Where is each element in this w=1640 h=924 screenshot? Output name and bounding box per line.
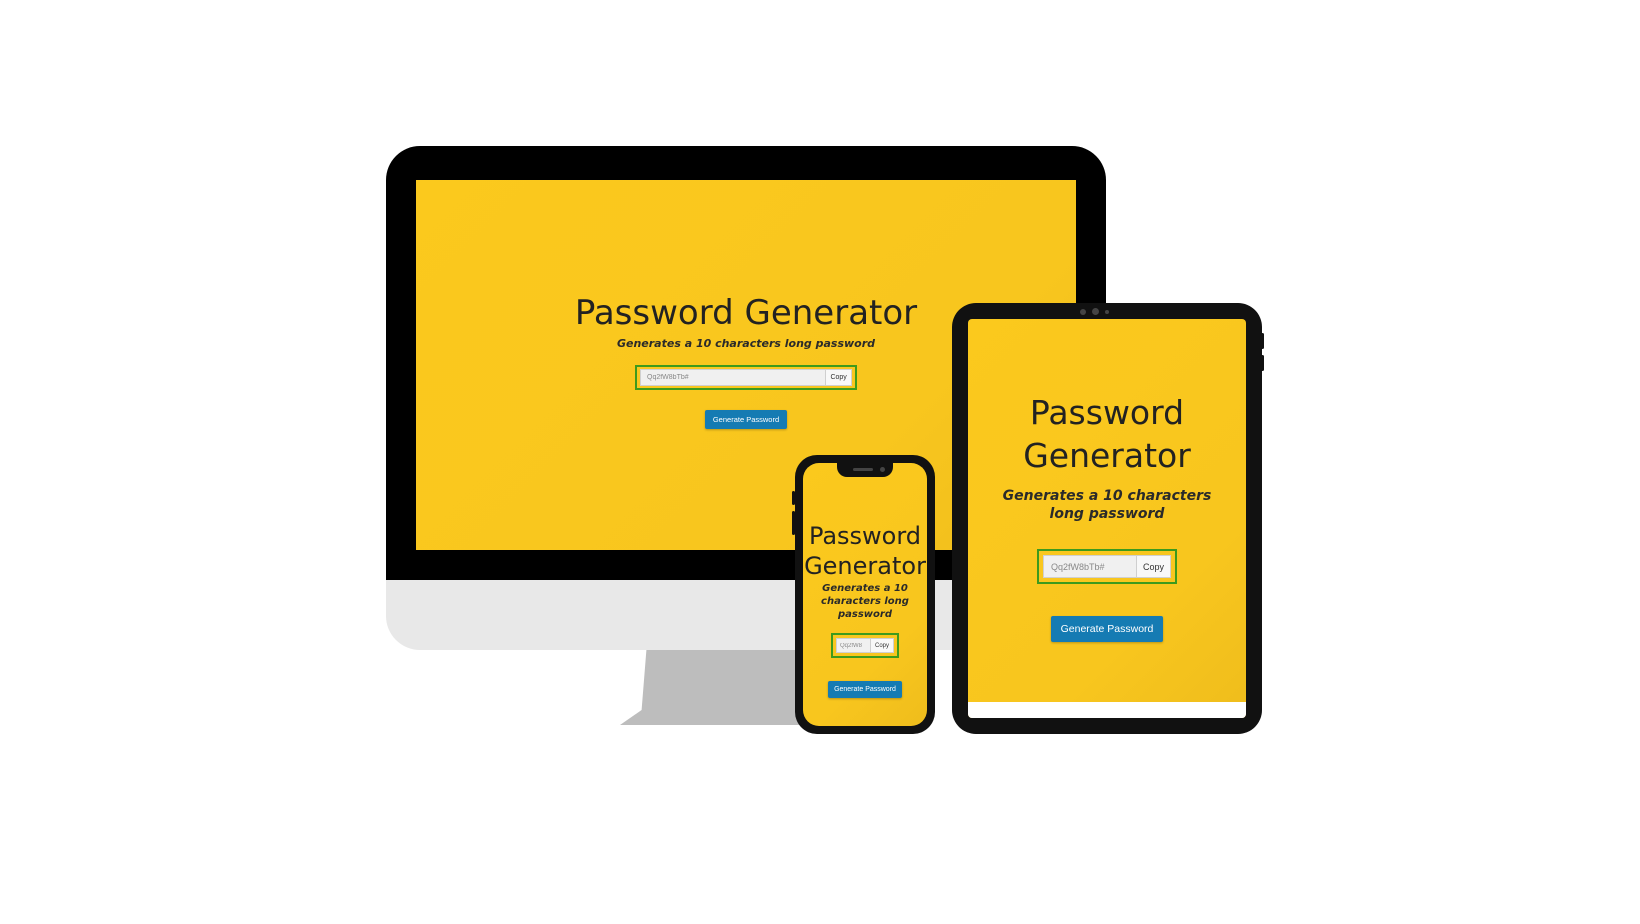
password-input-group: Copy [640, 369, 852, 386]
page-title: Password Generator [574, 293, 918, 333]
page-subtitle: Generates a 10 characters long password [616, 337, 876, 350]
phone-side-button [792, 511, 795, 535]
camera-icon [1092, 308, 1099, 315]
page-subtitle: Generates a 10 characters long password [821, 583, 909, 620]
tablet-side-button [1261, 355, 1264, 371]
copy-button[interactable]: Copy [870, 639, 893, 652]
page-title: Password Generator [804, 522, 926, 580]
password-field-group: Copy [635, 365, 857, 390]
generate-password-button[interactable]: Generate Password [828, 681, 902, 698]
app-phone: Password Generator Generates a 10 charac… [803, 463, 927, 726]
phone-side-button [792, 491, 795, 505]
camera-icon [1080, 309, 1086, 315]
password-input[interactable] [1044, 556, 1136, 577]
app-tablet: Password Generator Generates a 10 charac… [968, 319, 1246, 718]
copy-button[interactable]: Copy [825, 370, 851, 385]
phone-device: Password Generator Generates a 10 charac… [792, 455, 935, 734]
page-title: Password Generator [1023, 393, 1191, 475]
speaker-icon [853, 468, 873, 471]
phone-screen: Password Generator Generates a 10 charac… [803, 463, 927, 726]
page-subtitle: Generates a 10 characters long password [1002, 488, 1212, 522]
password-input[interactable] [837, 639, 870, 652]
camera-icon [880, 467, 885, 472]
password-input-group: Copy [1043, 555, 1171, 578]
tablet-side-button [1261, 333, 1264, 349]
sensor-icon [1105, 310, 1109, 314]
tablet-bottom-strip [968, 702, 1246, 718]
password-input[interactable] [641, 370, 826, 385]
password-input-group: Copy [836, 638, 894, 653]
tablet-screen: Password Generator Generates a 10 charac… [968, 319, 1246, 718]
password-field-group: Copy [831, 633, 899, 658]
password-field-group: Copy [1037, 549, 1177, 584]
generate-password-button[interactable]: Generate Password [1050, 616, 1164, 642]
copy-button[interactable]: Copy [1136, 556, 1170, 577]
generate-password-button[interactable]: Generate Password [704, 410, 788, 429]
tablet-device: Password Generator Generates a 10 charac… [952, 303, 1264, 734]
